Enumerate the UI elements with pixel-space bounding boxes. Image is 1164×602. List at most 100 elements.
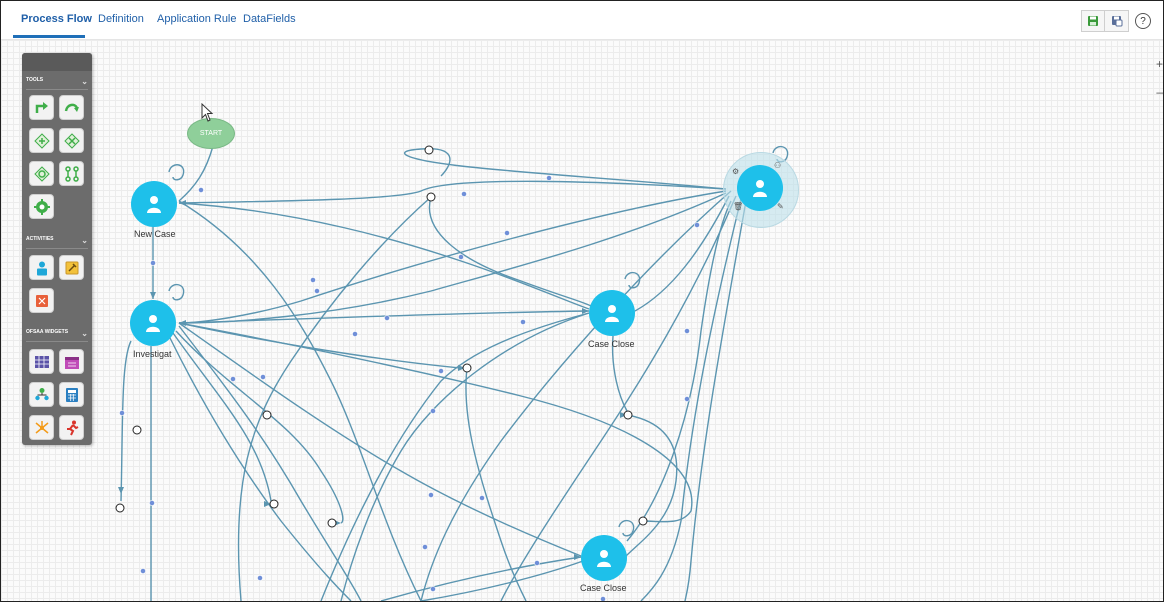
calendar-grid-widget[interactable] xyxy=(29,349,54,374)
calendar-icon xyxy=(64,356,79,369)
edge-midpoint xyxy=(198,187,204,193)
arrowhead-1 xyxy=(150,292,156,299)
activity-node-investigate[interactable] xyxy=(130,300,176,346)
node-edit-icon[interactable]: ✎ xyxy=(777,202,784,211)
human-task-icon xyxy=(36,261,47,275)
script-task-icon xyxy=(35,294,48,307)
edge-midpoint xyxy=(150,260,156,266)
subprocess-tool[interactable] xyxy=(29,194,54,219)
runner-icon xyxy=(66,420,78,435)
node-label-case-close-2: Case Close xyxy=(580,583,627,593)
palette-section-activities[interactable]: ACTIVITIES ⌄ xyxy=(26,236,88,249)
edge-investigate-branch-2 xyxy=(178,322,693,523)
node-delete-icon[interactable]: 🗑 xyxy=(733,202,743,211)
user-icon xyxy=(605,305,619,322)
edge-midpoint xyxy=(694,222,700,228)
chevron-down-icon: ⌄ xyxy=(81,329,88,338)
edge-midpoint xyxy=(119,410,125,416)
chevron-down-icon: ⌄ xyxy=(81,236,88,245)
edge-midpoint xyxy=(430,586,436,592)
split-tool[interactable] xyxy=(59,161,84,186)
edge-midpoint xyxy=(260,374,266,380)
edge-bendpoint xyxy=(424,145,434,155)
mouse-cursor-icon xyxy=(201,103,214,122)
edge-caseclose2-out xyxy=(626,200,732,542)
node-label-new-case: New Case xyxy=(134,229,176,239)
start-node-label: START xyxy=(199,130,223,137)
parallel-gateway-icon xyxy=(63,132,80,149)
edge-midpoint xyxy=(428,492,434,498)
tool-palette: TOOLS ⌄ ACTIVITIES ⌄ OFSAA WIDGETS ⌄ xyxy=(22,53,92,445)
edge-cross-6 xyxy=(684,200,747,601)
edge-midpoint xyxy=(430,408,436,414)
node-label-case-close-1: Case Close xyxy=(588,339,635,349)
self-loop-caseclose1 xyxy=(624,272,641,289)
palette-section-ofsaa-widgets[interactable]: OFSAA WIDGETS ⌄ xyxy=(26,329,88,342)
loop-transition-icon xyxy=(64,103,79,112)
edge-cross-2 xyxy=(237,196,432,601)
edge-midpoint xyxy=(684,396,690,402)
edge-midpoint xyxy=(438,368,444,374)
edge-investigate-branch-1 xyxy=(178,322,472,370)
node-settings-icon[interactable]: ⚙ xyxy=(732,167,739,176)
service-task-icon xyxy=(65,261,78,274)
calendar-widget[interactable] xyxy=(59,349,84,374)
org-chart-widget[interactable] xyxy=(29,382,54,407)
service-task-tool[interactable] xyxy=(59,255,84,280)
edge-midpoint xyxy=(546,175,552,181)
edge-midpoint xyxy=(149,500,155,506)
edge-cross-3 xyxy=(420,190,732,601)
subprocess-gear-icon xyxy=(33,198,50,215)
zoom-in-icon[interactable]: + xyxy=(1156,57,1163,71)
loop-transition-tool[interactable] xyxy=(59,95,84,120)
edge-midpoint xyxy=(352,331,358,337)
palette-drag-handle[interactable] xyxy=(22,53,92,71)
calendar-grid-icon xyxy=(34,355,49,368)
self-loop-newcase xyxy=(168,164,185,181)
edge-bendpoint xyxy=(638,516,648,526)
network-widget[interactable] xyxy=(29,415,54,440)
edge-midpoint xyxy=(600,596,606,601)
join-tool[interactable] xyxy=(29,161,54,186)
palette-section-tools[interactable]: TOOLS ⌄ xyxy=(26,77,88,90)
edge-midpoint xyxy=(534,560,540,566)
edge-investigate-down-4 xyxy=(168,335,352,601)
activity-node-case-close-1[interactable] xyxy=(589,290,635,336)
user-icon xyxy=(146,315,160,332)
edge-midpoint xyxy=(684,328,690,334)
edge-midpoint xyxy=(230,376,236,382)
edge-bendpoint xyxy=(462,363,472,373)
edge-midpoint xyxy=(458,254,464,260)
split-icon xyxy=(64,165,79,182)
transition-tool[interactable] xyxy=(29,95,54,120)
human-task-tool[interactable] xyxy=(29,255,54,280)
edge-investigate-to-caseclose xyxy=(178,310,590,324)
palette-section-label: ACTIVITIES xyxy=(26,236,54,242)
script-task-tool[interactable] xyxy=(29,288,54,313)
node-org-icon[interactable]: ⚇ xyxy=(774,161,781,170)
palette-section-label: TOOLS xyxy=(26,77,44,83)
arrowhead-5 xyxy=(118,487,124,494)
edge-cross-9 xyxy=(465,367,527,601)
join-icon xyxy=(33,165,50,182)
edge-bendpoint xyxy=(115,503,125,513)
calculator-widget[interactable] xyxy=(59,382,84,407)
runner-widget[interactable] xyxy=(59,415,84,440)
edge-midpoint xyxy=(310,277,316,283)
parallel-gateway-tool[interactable] xyxy=(59,128,84,153)
org-chart-icon xyxy=(34,387,49,400)
self-loop-caseclose2 xyxy=(618,520,635,537)
edge-bendpoint xyxy=(269,499,279,509)
user-icon xyxy=(597,550,611,567)
activity-node-new-case[interactable] xyxy=(131,181,177,227)
decision-tool[interactable] xyxy=(29,128,54,153)
edge-investigate-down-1 xyxy=(178,325,362,601)
edge-midpoint xyxy=(140,568,146,574)
activity-node-case-close-2[interactable] xyxy=(581,535,627,581)
edge-caseclose2-in-2 xyxy=(420,560,584,601)
zoom-out-icon[interactable]: – xyxy=(1156,85,1163,99)
edge-midpoint xyxy=(504,230,510,236)
edge-midpoint xyxy=(422,544,428,550)
edge-bendpoint xyxy=(132,425,142,435)
edge-midpoint xyxy=(520,319,526,325)
